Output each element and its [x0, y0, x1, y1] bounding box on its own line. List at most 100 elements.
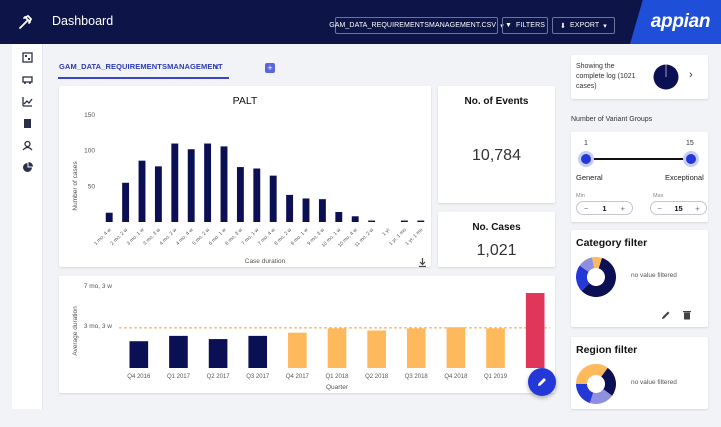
min-stepper[interactable]: − 1 + — [576, 201, 633, 215]
pencil-icon — [538, 378, 546, 386]
log-summary-card[interactable]: Showing the complete log (1021 cases) › — [571, 55, 708, 99]
add-tab-button[interactable]: + — [265, 63, 275, 73]
donut-slice — [576, 384, 594, 404]
quarter-bar — [169, 335, 188, 368]
palt-histogram: Number of cases Case duration 50 100 150 1 … — [72, 112, 425, 265]
quarter-bar — [248, 335, 268, 368]
quarter-bar — [367, 330, 386, 368]
sidebar — [12, 44, 43, 409]
palt-bar — [417, 220, 425, 222]
quarter-ytick-top: 7 mo, 3 w — [84, 283, 112, 290]
log-summary-line: Showing the — [576, 63, 615, 70]
slider-left-label: General — [576, 173, 603, 182]
log-summary-text: Showing the complete log (1021 cases) — [576, 62, 636, 92]
quarter-xtick: Q3 2017 — [246, 374, 270, 380]
palt-bar — [302, 198, 310, 222]
palt-bar — [351, 216, 359, 222]
dashboard-icon[interactable] — [22, 52, 33, 63]
category-filter-title: Category filter — [576, 237, 648, 249]
palt-ytick: 50 — [88, 183, 96, 190]
cases-card: No. Cases 1,021 — [438, 212, 555, 267]
cases-value: 1,021 — [476, 242, 517, 259]
variant-groups-label: Number of Variant Groups — [571, 116, 653, 123]
file-select-label: GAM_DATA_REQUIREMENTSMANAGEMENT.CSV — [329, 22, 497, 29]
quarter-xtick: Q4 2018 — [444, 374, 468, 380]
slider-max-handle[interactable] — [683, 151, 699, 167]
palt-bar — [105, 212, 113, 222]
filters-label: FILTERS — [516, 22, 545, 29]
palt-bar — [154, 166, 162, 222]
plus-icon[interactable]: + — [621, 204, 625, 213]
slider-min-handle[interactable] — [578, 151, 594, 167]
category-filter-status: no value filtered — [631, 272, 677, 279]
app-window: Dashboard GAM_DATA_REQUIREMENTSMANAGEMEN… — [0, 0, 721, 427]
export-label: EXPORT — [570, 22, 600, 29]
quarter-bar — [129, 341, 149, 368]
palt-bar — [400, 220, 408, 222]
trash-icon[interactable] — [682, 310, 692, 320]
quarter-bar — [208, 339, 228, 368]
palt-bar — [318, 199, 326, 222]
chevron-right-icon[interactable]: › — [689, 69, 693, 81]
page-title: Dashboard — [52, 14, 114, 28]
quarter-bar — [446, 327, 466, 368]
palt-bar — [236, 167, 244, 222]
plus-icon[interactable]: + — [695, 204, 699, 213]
minus-icon[interactable]: − — [657, 204, 661, 213]
filter-icon: ▼ — [505, 22, 513, 29]
filters-button[interactable]: ▼ FILTERS — [502, 17, 548, 34]
palt-bar — [138, 160, 146, 222]
events-card: No. of Events 10,784 — [438, 86, 555, 203]
palt-bar — [368, 220, 376, 222]
palt-bar — [220, 146, 228, 222]
pencil-icon[interactable] — [661, 310, 671, 320]
min-stepper-value: 1 — [602, 203, 607, 213]
region-donut[interactable] — [574, 362, 618, 406]
palt-xlabel: Case duration — [245, 258, 286, 265]
chevron-down-icon: ▾ — [603, 22, 607, 30]
quarter-chart-card: Average duration Quarter 7 mo, 3 w 3 mo,… — [59, 276, 555, 393]
palt-bar — [204, 143, 212, 222]
log-summary-line: complete log (1021 — [576, 73, 636, 80]
minus-icon[interactable]: − — [584, 204, 588, 213]
quarter-xtick: Q3 2018 — [405, 374, 429, 380]
variant-slider-card: 1 15 General Exceptional Min Max − 1 + −… — [571, 132, 708, 222]
palt-bar — [187, 149, 195, 222]
truck-icon[interactable] — [22, 74, 33, 85]
quarter-xtick: Q4 2016 — [127, 374, 151, 380]
max-stepper[interactable]: − 15 + — [650, 201, 707, 215]
quarter-xtick: Q2 2017 — [207, 374, 231, 380]
brand-logo: appian — [630, 0, 721, 44]
region-filter-title: Region filter — [576, 344, 638, 356]
download-icon[interactable] — [418, 258, 427, 267]
slider-track — [586, 158, 691, 160]
pie-chart-icon[interactable] — [22, 162, 33, 173]
hammer-icon[interactable] — [12, 9, 38, 35]
quarter-xlabel: Quarter — [326, 384, 349, 391]
log-summary-line: cases) — [576, 83, 597, 90]
events-title: No. of Events — [464, 96, 529, 107]
category-filter-card: Category filter no value filtered — [571, 230, 708, 327]
close-icon[interactable]: × — [214, 62, 219, 72]
palt-bar — [286, 194, 294, 222]
palt-bar — [335, 212, 343, 222]
palt-bar — [253, 168, 261, 222]
log-progress-pie — [653, 64, 679, 90]
quarter-bar — [327, 328, 347, 368]
chart-icon[interactable] — [22, 96, 33, 107]
palt-ylabel: Number of cases — [72, 161, 79, 211]
category-donut[interactable] — [574, 255, 618, 299]
palt-ytick: 100 — [84, 148, 95, 155]
book-icon[interactable] — [22, 118, 33, 129]
palt-ytick: 150 — [84, 112, 95, 119]
slider-right-label: Exceptional — [665, 173, 704, 182]
quarter-xtick: Q4 2017 — [286, 374, 310, 380]
slider-min-value: 1 — [584, 140, 588, 147]
palt-bar — [122, 182, 130, 222]
edit-fab-button[interactable] — [528, 368, 556, 396]
export-button[interactable]: ⬇ EXPORT ▾ — [552, 17, 615, 34]
user-icon[interactable] — [22, 140, 33, 151]
tab-dataset[interactable]: GAM_DATA_REQUIREMENTSMANAGEMENT — [59, 62, 223, 71]
quarter-xtick: Q1 2018 — [325, 374, 349, 380]
file-select-button[interactable]: GAM_DATA_REQUIREMENTSMANAGEMENT.CSV ▾ — [329, 17, 504, 34]
